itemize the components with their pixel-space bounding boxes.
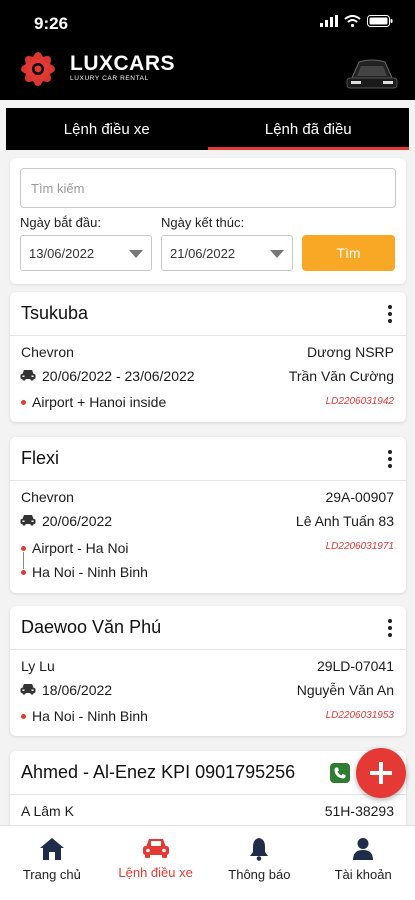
search-input[interactable]: [20, 168, 396, 208]
trip-dates: 18/06/2022: [42, 682, 113, 698]
user-icon: [353, 838, 374, 860]
nav-home[interactable]: Trang chủ: [0, 826, 104, 900]
more-options-icon[interactable]: [388, 450, 392, 468]
car-icon: [142, 839, 169, 858]
more-options-icon[interactable]: [388, 305, 392, 323]
order-list-area[interactable]: Ngày bắt đầu: 13/06/2022 Ngày kết thúc: …: [0, 150, 415, 825]
route-dot: [21, 714, 26, 719]
end-date-label: Ngày kết thúc:: [161, 215, 245, 230]
trip-code: LD2206031953: [325, 710, 394, 721]
phone-icon[interactable]: [330, 763, 350, 783]
trip-title: Daewoo Văn Phú: [21, 617, 162, 637]
trip-dates: 20/06/2022 - 23/06/2022: [42, 368, 195, 384]
bell-icon: [250, 838, 269, 861]
trip-title: Tsukuba: [21, 303, 89, 323]
battery-icon: [367, 15, 393, 27]
nav-account[interactable]: Tài khoản: [311, 826, 415, 900]
trip-driver: Lê Anh Tuấn 83: [295, 513, 394, 529]
trip-route: Airport - Ha Noi: [32, 540, 129, 556]
order-tabs: Lệnh điều xe Lệnh đã điều: [6, 108, 409, 150]
signal-icon: [320, 15, 338, 27]
nav-label: Trang chủ: [22, 867, 81, 882]
trip-contact: Trần Văn Cường: [288, 368, 394, 384]
wifi-icon: [344, 15, 361, 27]
nav-dispatch[interactable]: Lệnh điều xe: [104, 826, 208, 900]
car-icon: [20, 684, 36, 695]
trip-card[interactable]: Flexi Chevron 29A-00907 20/06/2022 Lê An…: [10, 437, 406, 593]
trip-company: Chevron: [21, 344, 74, 360]
plus-icon: [370, 762, 392, 784]
end-date-select[interactable]: 21/06/2022: [161, 235, 293, 271]
home-icon: [39, 838, 64, 860]
trip-card-header: Flexi: [10, 437, 406, 481]
nav-label: Tài khoản: [334, 867, 392, 882]
trip-plate: 29LD-07041: [316, 658, 394, 674]
trip-route: Ha Noi - Ninh Binh: [32, 564, 148, 580]
trip-driver: Nguyễn Văn An: [296, 682, 394, 698]
more-options-icon[interactable]: [388, 619, 392, 637]
trip-company: Ly Lu: [21, 658, 55, 674]
start-date-label: Ngày bắt đầu:: [20, 215, 101, 230]
tab-pending-orders[interactable]: Lệnh điều xe: [6, 108, 208, 150]
trip-route: Ha Noi - Ninh Binh: [32, 708, 148, 724]
add-order-button[interactable]: [356, 748, 406, 798]
start-date-value: 13/06/2022: [29, 245, 95, 261]
end-date-value: 21/06/2022: [170, 245, 236, 261]
trip-card-header: Daewoo Văn Phú: [10, 606, 406, 650]
trip-driver: Dương NSRP: [306, 344, 394, 360]
trip-card-header: Tsukuba: [10, 292, 406, 336]
trip-card[interactable]: Ahmed - Al-Enez KPI 0901795256 A Lâm K 5…: [10, 751, 406, 825]
search-panel: Ngày bắt đầu: 13/06/2022 Ngày kết thúc: …: [10, 158, 406, 284]
car-icon: [20, 370, 36, 381]
chevron-down-icon: [270, 250, 284, 258]
trip-plate: 51H-38293: [324, 803, 394, 819]
trip-dates: 20/06/2022: [42, 513, 113, 529]
trip-code: LD2206031971: [325, 541, 394, 552]
header-car-image: [346, 59, 398, 89]
status-icons: [320, 15, 393, 27]
tab-dispatched-orders[interactable]: Lệnh đã điều: [207, 108, 410, 150]
trip-title: Flexi: [21, 448, 60, 468]
route-dot: [21, 546, 26, 551]
nav-label: Lệnh điều xe: [118, 865, 193, 880]
nav-notifications[interactable]: Thông báo: [208, 826, 312, 900]
status-time: 9:26: [34, 14, 69, 33]
brand-tagline: LUXURY CAR RENTAL: [70, 75, 149, 82]
trip-company: A Lâm K: [21, 803, 74, 819]
luxcars-logo-icon: [21, 52, 55, 86]
trip-code: LD2206031942: [325, 396, 394, 407]
search-button[interactable]: Tìm: [302, 235, 395, 271]
route-connector: [23, 552, 24, 569]
trip-plate: 29A-00907: [325, 489, 394, 505]
trip-route: Airport + Hanoi inside: [32, 394, 167, 410]
app-header: 9:26 LUXCARS LUXURY CAR RENTAL: [0, 0, 415, 100]
route-dot: [21, 570, 26, 575]
nav-label: Thông báo: [228, 867, 291, 882]
bottom-navigation: Trang chủ Lệnh điều xe Thông báo Tài kho…: [0, 825, 415, 900]
trip-card[interactable]: Daewoo Văn Phú Ly Lu 29LD-07041 18/06/20…: [10, 606, 406, 736]
trip-title: Ahmed - Al-Enez KPI 0901795256: [21, 762, 296, 782]
chevron-down-icon: [129, 250, 143, 258]
brand-name: LUXCARS: [70, 52, 176, 75]
start-date-select[interactable]: 13/06/2022: [20, 235, 152, 271]
trip-card-header: Ahmed - Al-Enez KPI 0901795256: [10, 751, 406, 795]
car-icon: [20, 515, 36, 526]
trip-company: Chevron: [21, 489, 74, 505]
trip-card[interactable]: Tsukuba Chevron Dương NSRP 20/06/2022 - …: [10, 292, 406, 422]
route-dot: [21, 400, 26, 405]
